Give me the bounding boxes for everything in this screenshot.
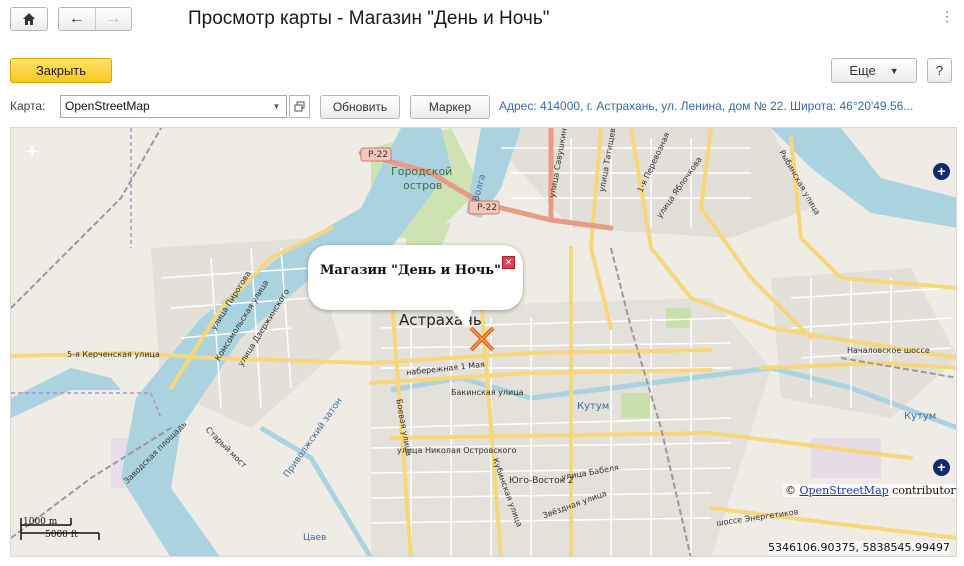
help-button[interactable]: ? — [927, 58, 952, 83]
openstreetmap-link[interactable]: OpenStreetMap — [800, 484, 889, 497]
layer-switcher-icon[interactable]: + — [933, 163, 950, 180]
more-button-label: Еще — [849, 63, 876, 78]
island-label-line1: Городской — [391, 165, 453, 178]
river-label-kutum: Кутум — [577, 401, 610, 412]
street-label-nik: улица Николая Островского — [397, 446, 517, 455]
map-provider-select[interactable]: OpenStreetMap — [60, 95, 287, 118]
street-label-bakin: Бакинская улица — [451, 388, 524, 397]
popup-title: Магазин "День и Ночь" — [320, 263, 501, 278]
dropdown-caret-icon: ▼ — [889, 65, 899, 76]
popup-close-icon[interactable]: ✕ — [502, 256, 515, 269]
map-attribution: © OpenStreetMap contributors — [783, 484, 957, 497]
address-text: Адрес: 414000, г. Астрахань, ул. Ленина,… — [499, 99, 914, 113]
forward-arrow-icon[interactable]: → — [94, 8, 132, 30]
map-view[interactable]: Р-22 Р-22 Городской остров Астрахань 5-я… — [10, 127, 957, 557]
river-label-kutum-east: Кутум — [904, 411, 937, 422]
back-arrow-icon[interactable]: ← — [59, 8, 95, 30]
refresh-button[interactable]: Обновить — [320, 95, 400, 119]
street-label-kerch: 5-я Керченская улица — [67, 350, 160, 359]
district-label-yuzhvost: Юго-Восток 2 — [509, 476, 574, 486]
mouse-coordinates: 5346106.90375, 5838545.99497 — [768, 541, 950, 554]
scale-imperial-label: 5000 ft — [45, 530, 78, 540]
river-label-tsaev: Цаев — [303, 533, 327, 543]
close-button[interactable]: Закрыть — [10, 58, 112, 83]
chevron-down-icon[interactable]: ▼ — [266, 95, 287, 118]
history-navigation: ← → — [58, 7, 132, 31]
street-label-nachal: Началовское шоссе — [847, 346, 930, 355]
window-title: Просмотр карты - Магазин "День и Ночь" — [188, 8, 550, 29]
island-label-line2: остров — [403, 179, 443, 192]
window-menu-icon[interactable]: ⋮ — [940, 8, 954, 25]
more-button[interactable]: Еще ▼ — [831, 58, 917, 83]
popup-tail — [449, 306, 473, 328]
zoom-in-icon[interactable]: + — [27, 141, 38, 162]
road-shield-r22-north: Р-22 — [368, 150, 389, 160]
attribution-suffix: contributors — [892, 484, 957, 497]
marker-button[interactable]: Маркер — [410, 95, 490, 119]
map-provider-label: Карта: — [10, 99, 46, 113]
home-icon — [23, 13, 35, 25]
marker-popup: Магазин "День и Ночь" — [308, 245, 523, 310]
road-shield-r22-south: Р-22 — [477, 203, 498, 213]
open-window-icon[interactable] — [289, 95, 310, 118]
layer-switcher-secondary-icon[interactable]: + — [933, 459, 950, 476]
home-button[interactable] — [10, 7, 48, 31]
copyright-symbol: © — [785, 484, 796, 497]
scale-metric-label: 1000 m — [23, 517, 58, 527]
